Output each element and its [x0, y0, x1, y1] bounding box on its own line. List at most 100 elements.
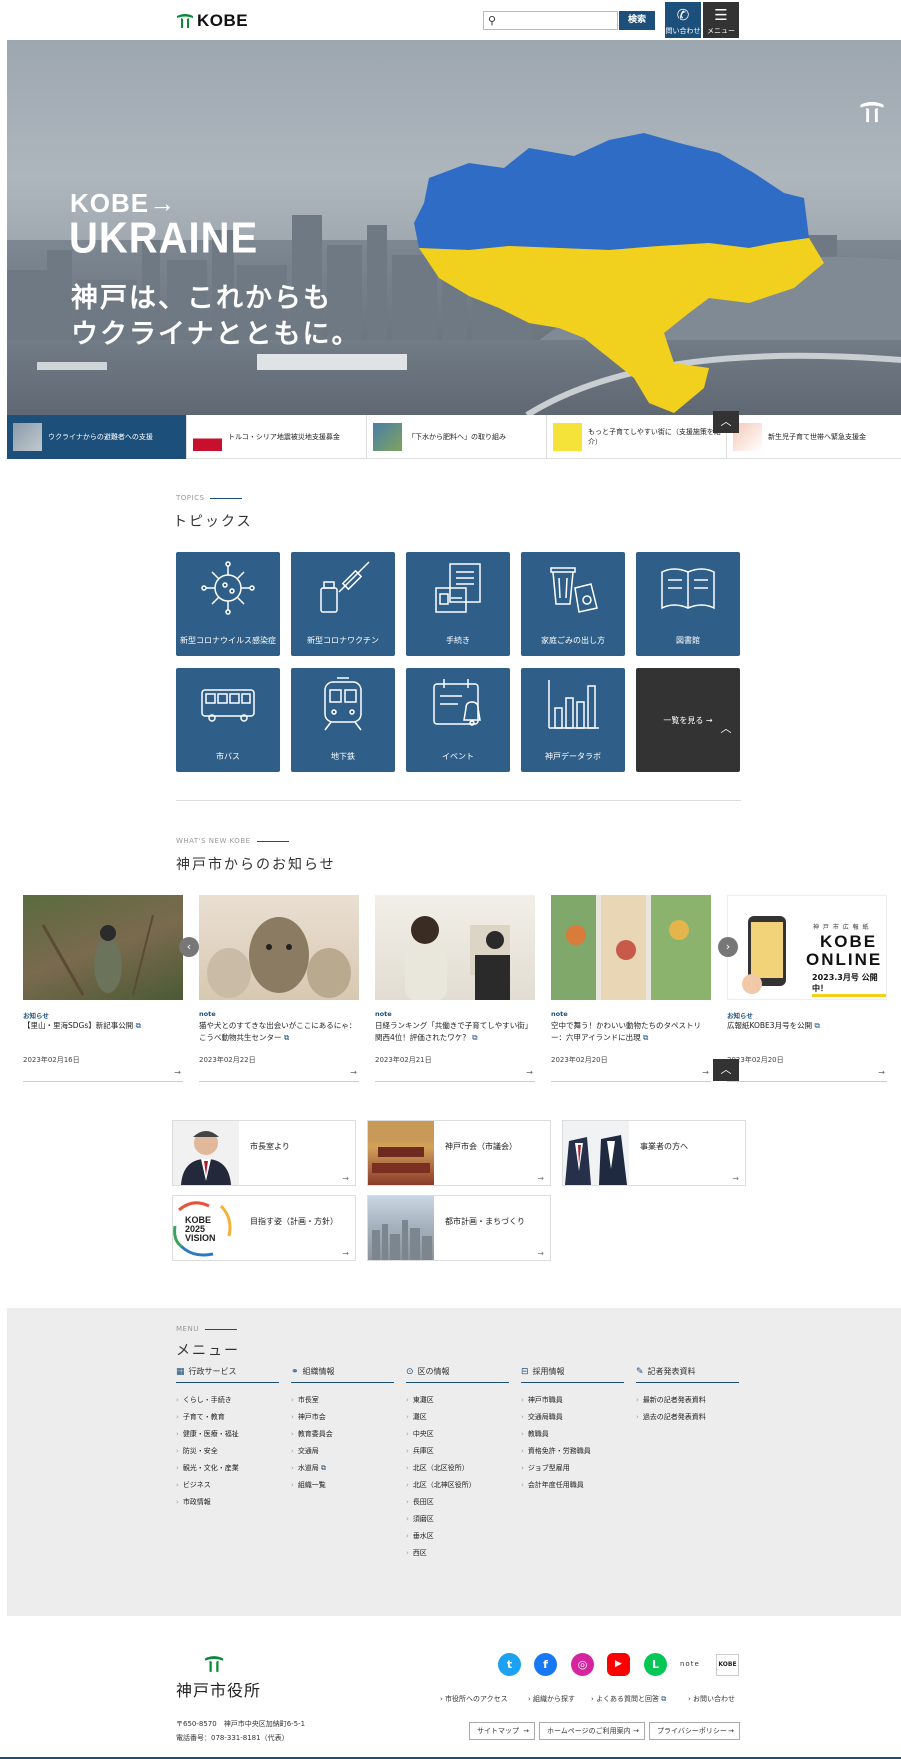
menu-column-heading[interactable]: ✎ 記者発表資料	[636, 1366, 739, 1383]
youtube-icon[interactable]: ▶	[607, 1653, 630, 1676]
menu-link[interactable]: 防災・安全	[176, 1443, 279, 1460]
search-box[interactable]: ⚲	[483, 11, 618, 30]
news-card[interactable]: 神 戸 市 広 報 紙 KOBE ONLINE 2023.3月号 公開中！ お知…	[727, 893, 887, 1083]
menu-link[interactable]: 中央区	[406, 1426, 509, 1443]
kobe-online-icon[interactable]: KOBE	[716, 1654, 739, 1676]
business-photo	[563, 1121, 629, 1185]
topic-label: 地下鉄	[331, 752, 355, 761]
news-card[interactable]: note 猫や犬とのすてきな出会いがここにあるにゃ：こうべ動物共生センター ⧉ …	[199, 893, 359, 1083]
menu-link[interactable]: 組織一覧	[291, 1477, 394, 1494]
menu-link[interactable]: 交通局	[291, 1443, 394, 1460]
carousel-next-button[interactable]: ›	[718, 937, 738, 957]
menu-link[interactable]: 神戸市職員	[521, 1392, 624, 1409]
news-category: note	[199, 1010, 216, 1018]
note-icon[interactable]: note	[680, 1660, 700, 1668]
search-button[interactable]: 検索	[619, 11, 655, 30]
menu-link[interactable]: 子育て・教育	[176, 1409, 279, 1426]
menu-link[interactable]: ジョブ型雇用	[521, 1460, 624, 1477]
slide-thumb[interactable]: 「下水から肥料へ」の取り組み	[367, 415, 547, 459]
link-card-business[interactable]: 事業者の方へ →	[562, 1120, 746, 1186]
carousel-prev-button[interactable]: ‹	[179, 937, 199, 957]
menu-column-heading[interactable]: ⊙ 区の情報	[406, 1366, 509, 1383]
slide-label: 新生児子育て世帯へ緊急支援金	[768, 433, 866, 441]
privacy-policy-button[interactable]: プライバシーポリシー →	[649, 1722, 740, 1740]
menu-link[interactable]: 西区	[406, 1545, 509, 1562]
search-input[interactable]	[502, 13, 612, 28]
news-card[interactable]: note 空中で舞う！かわいい動物たちのタペストリー：六甲アイランドに出現 ⧉ …	[551, 893, 711, 1083]
page-top-button[interactable]: ︿	[713, 1059, 739, 1081]
hero-ukraine-text: UKRAINE	[69, 213, 259, 263]
slide-thumb-image	[373, 423, 402, 451]
council-photo	[368, 1121, 434, 1185]
topic-tile-garbage[interactable]: 家庭ごみの出し方	[521, 552, 625, 656]
site-logo[interactable]: KOBE	[176, 11, 248, 31]
menu-link[interactable]: 須磨区	[406, 1511, 509, 1528]
page-top-button[interactable]: ︿	[713, 411, 739, 433]
menu-link[interactable]: 会計年度任用職員	[521, 1477, 624, 1494]
menu-link[interactable]: 観光・文化・産業	[176, 1460, 279, 1477]
instagram-icon[interactable]: ◎	[571, 1653, 594, 1676]
menu-link[interactable]: 灘区	[406, 1409, 509, 1426]
menu-link[interactable]: 過去の記者発表資料	[636, 1409, 739, 1426]
news-card[interactable]: お知らせ 【里山・里海SDGs】新記事公開 ⧉ 2023年02月16日 →	[23, 893, 183, 1083]
arrow-right-icon: →	[526, 1068, 533, 1077]
link-card-council[interactable]: 神戸市会（市議会） →	[367, 1120, 551, 1186]
external-link-icon: ⧉	[135, 1021, 142, 1030]
menu-link[interactable]: 教育委員会	[291, 1426, 394, 1443]
link-card-mayor[interactable]: 市長室より →	[172, 1120, 356, 1186]
topic-tile-vaccine[interactable]: 新型コロナワクチン	[291, 552, 395, 656]
search-icon: ⚲	[488, 14, 497, 27]
menu-link[interactable]: 市長室	[291, 1392, 394, 1409]
footer-link[interactable]: › 組織から探す	[528, 1694, 575, 1704]
menu-en-heading: MENU	[176, 1325, 237, 1333]
slide-label: トルコ・シリア地震被災地支援募金	[228, 433, 340, 441]
news-image	[199, 895, 359, 1000]
menu-column-heading[interactable]: ⊟ 採用情報	[521, 1366, 624, 1383]
menu-link[interactable]: 垂水区	[406, 1528, 509, 1545]
menu-link[interactable]: 教職員	[521, 1426, 624, 1443]
menu-link[interactable]: ビジネス	[176, 1477, 279, 1494]
topic-tile-bus[interactable]: 市バス	[176, 668, 280, 772]
facebook-icon[interactable]: f	[534, 1653, 557, 1676]
menu-link[interactable]: 北区（北区役所）	[406, 1460, 509, 1477]
news-card[interactable]: note 日経ランキング「共働きで子育てしやすい街」関西4位！評価されたワケ？ …	[375, 893, 535, 1083]
menu-button[interactable]: ☰ メニュー	[703, 2, 739, 38]
menu-link[interactable]: 水道局 ⧉	[291, 1460, 394, 1477]
footer-link[interactable]: › 市役所へのアクセス	[440, 1694, 508, 1704]
slide-thumb[interactable]: トルコ・シリア地震被災地支援募金	[187, 415, 367, 459]
link-card-vision[interactable]: KOBE 2025 VISION 目指す姿（計画・方針） →	[172, 1195, 356, 1261]
hero-banner[interactable]: KOBE→ UKRAINE 神戸は、これからも ウクライナとともに。	[7, 40, 901, 415]
topic-tile-events[interactable]: イベント	[406, 668, 510, 772]
menu-column-heading[interactable]: ⚭ 組織情報	[291, 1366, 394, 1383]
menu-link[interactable]: くらし・手続き	[176, 1392, 279, 1409]
link-card-city-planning[interactable]: 都市計画・まちづくり →	[367, 1195, 551, 1261]
sitemap-button[interactable]: サイトマップ →	[469, 1722, 535, 1740]
twitter-icon[interactable]: t	[498, 1653, 521, 1676]
slide-thumb[interactable]: ウクライナからの避難者への支援	[7, 415, 187, 459]
slide-thumb[interactable]: 新生児子育て世帯へ緊急支援金	[727, 415, 901, 459]
menu-link[interactable]: 交通局職員	[521, 1409, 624, 1426]
page-top-button[interactable]: ︿	[713, 718, 739, 740]
topic-tile-datalab[interactable]: 神戸データラボ	[521, 668, 625, 772]
menu-link[interactable]: 長田区	[406, 1494, 509, 1511]
topic-tile-covid[interactable]: 新型コロナウイルス感染症	[176, 552, 280, 656]
menu-link[interactable]: 兵庫区	[406, 1443, 509, 1460]
menu-link[interactable]: 神戸市会	[291, 1409, 394, 1426]
footer-link[interactable]: › お問い合わせ	[688, 1694, 735, 1704]
menu-link[interactable]: 東灘区	[406, 1392, 509, 1409]
menu-link[interactable]: 資格免許・労務職員	[521, 1443, 624, 1460]
topic-tile-procedures[interactable]: 手続き	[406, 552, 510, 656]
menu-link[interactable]: 市政情報	[176, 1494, 279, 1511]
menu-link[interactable]: 健康・医療・福祉	[176, 1426, 279, 1443]
menu-link[interactable]: 北区（北神区役所）	[406, 1477, 509, 1494]
slide-thumb[interactable]: もっと子育てしやすい街に（支援施策を紹介）	[547, 415, 727, 459]
contact-button[interactable]: ✆ 問い合わせ	[665, 2, 701, 38]
site-guide-button[interactable]: ホームページのご利用案内 →	[539, 1722, 645, 1740]
menu-link[interactable]: 最新の記者発表資料	[636, 1392, 739, 1409]
topic-tile-library[interactable]: 図書館	[636, 552, 740, 656]
line-icon[interactable]: L	[644, 1653, 667, 1676]
topic-tile-subway[interactable]: 地下鉄	[291, 668, 395, 772]
footer-link[interactable]: › よくある質問と回答 ⧉	[591, 1694, 666, 1704]
news-image	[23, 895, 183, 1000]
menu-column-heading[interactable]: ▦ 行政サービス	[176, 1366, 279, 1383]
